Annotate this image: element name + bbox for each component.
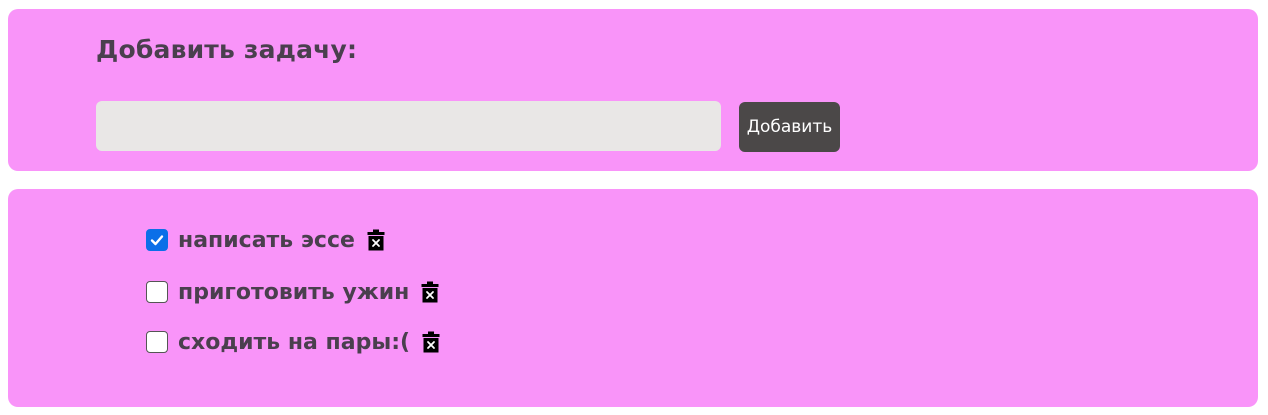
task-list-panel: написать эссе приготовить ужин сходить н… bbox=[8, 189, 1258, 407]
add-button[interactable]: Добавить bbox=[739, 102, 840, 152]
task-checkbox[interactable] bbox=[146, 229, 168, 251]
trash-icon[interactable] bbox=[422, 331, 440, 353]
task-item: сходить на пары:( bbox=[146, 327, 440, 357]
add-task-panel: Добавить задачу: Добавить bbox=[8, 9, 1258, 171]
trash-icon[interactable] bbox=[421, 281, 439, 303]
task-label: приготовить ужин bbox=[178, 279, 410, 305]
task-item: написать эссе bbox=[146, 225, 385, 255]
task-input[interactable] bbox=[96, 101, 721, 151]
task-checkbox[interactable] bbox=[146, 281, 168, 303]
task-label: написать эссе bbox=[178, 227, 355, 253]
trash-icon[interactable] bbox=[367, 229, 385, 251]
task-checkbox[interactable] bbox=[146, 331, 168, 353]
task-label: сходить на пары:( bbox=[178, 329, 411, 355]
task-item: приготовить ужин bbox=[146, 277, 439, 307]
add-task-title: Добавить задачу: bbox=[96, 35, 358, 64]
checkmark-icon bbox=[150, 235, 164, 246]
